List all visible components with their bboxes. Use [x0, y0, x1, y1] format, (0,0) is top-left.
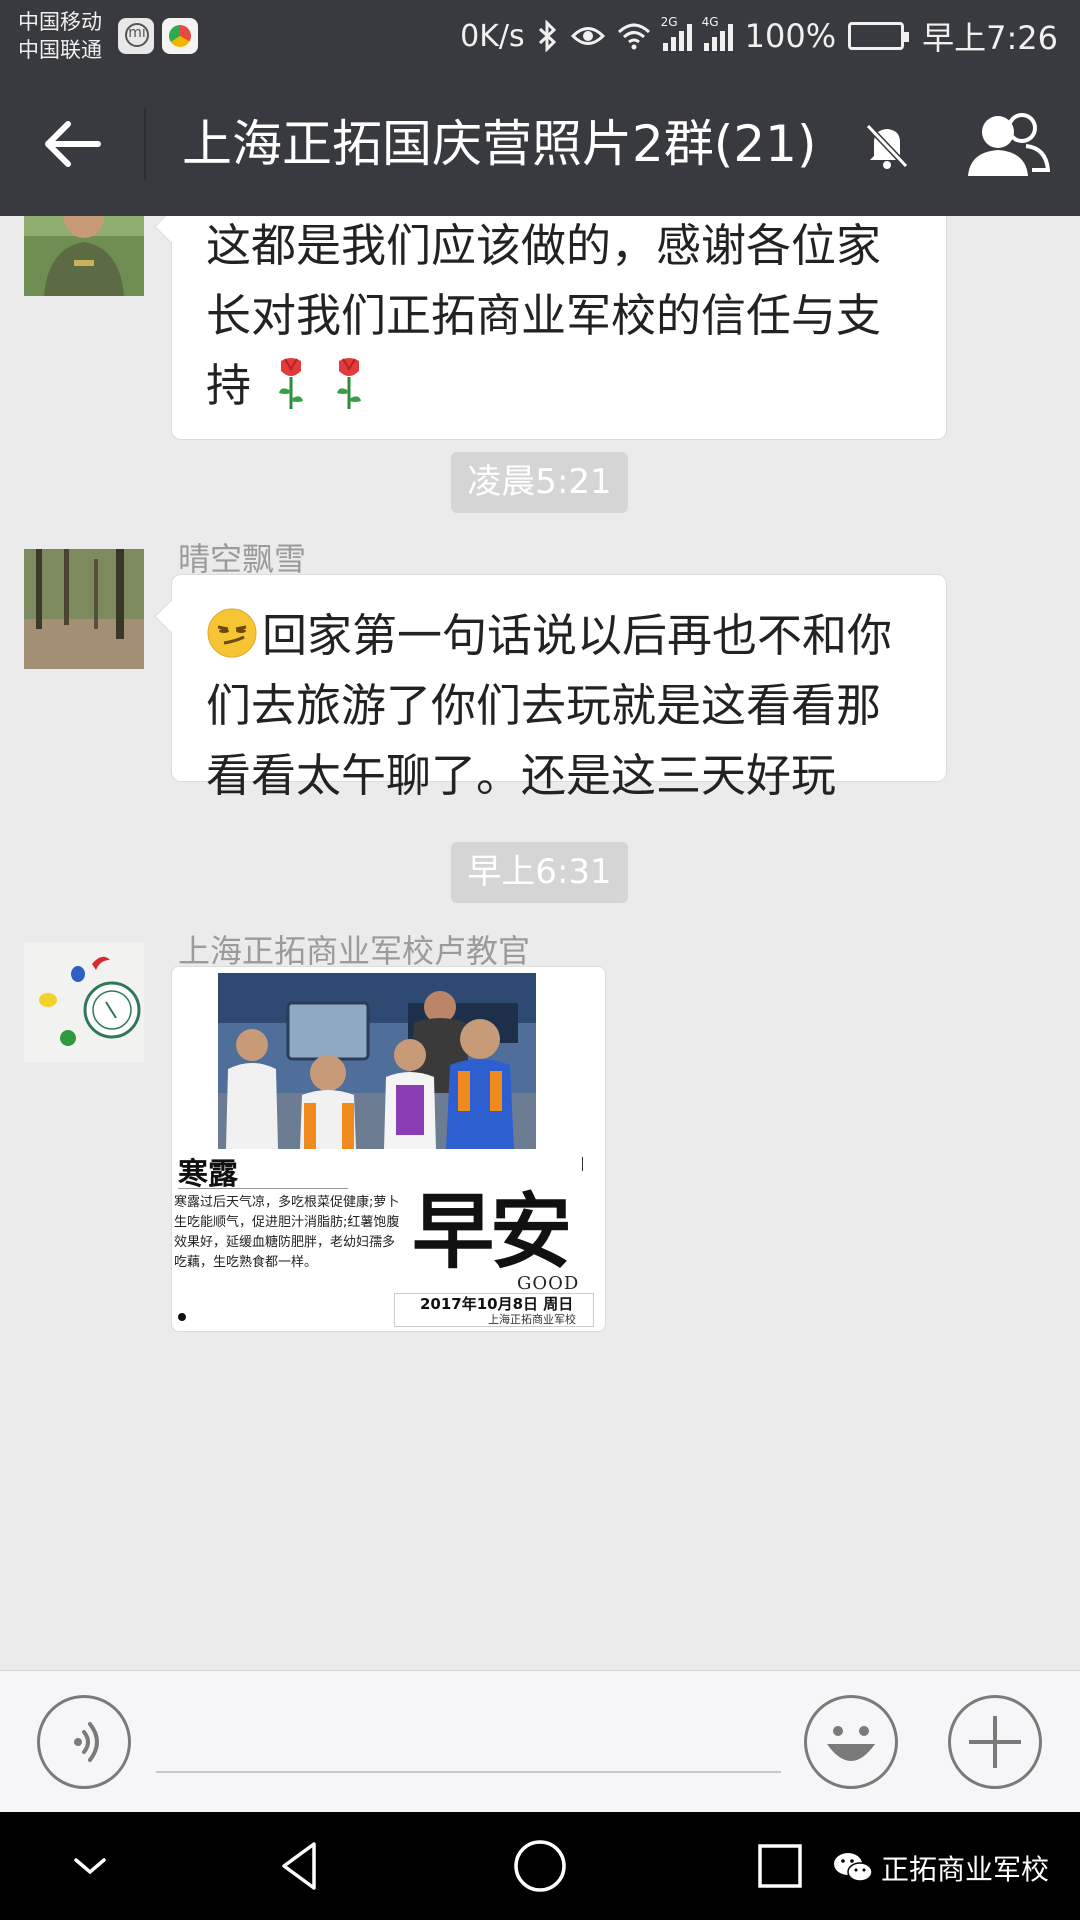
time-separator: 凌晨5:21: [451, 452, 628, 513]
poster-good: GOOD: [517, 1273, 580, 1294]
poster-school: 上海正拓商业军校: [488, 1313, 576, 1326]
page-title: 上海正拓国庆营照片2群(21): [182, 115, 817, 173]
net-speed: 0K/s: [460, 18, 525, 54]
message-bubble[interactable]: 这都是我们应该做的，感谢各位家长对我们正拓商业军校的信任与支持: [171, 216, 947, 440]
watermark-text: 正拓商业军校: [881, 1853, 1050, 1886]
voice-icon: [74, 1722, 99, 1762]
header-divider: [144, 108, 146, 180]
carrier-1: 中国移动: [18, 10, 102, 34]
avatar[interactable]: [24, 942, 144, 1062]
image-message[interactable]: 寒露 寒露过后天气凉，多吃根菜促健康;萝卜生吃能顺气，促进胆汁消脂肪;红薯饱腹效…: [171, 966, 606, 1332]
plus-button[interactable]: [948, 1695, 1042, 1789]
back-arrow-icon[interactable]: [36, 112, 108, 176]
eye-icon: [570, 27, 605, 45]
bluetooth-icon: [538, 20, 556, 52]
carrier-2: 中国联通: [18, 38, 102, 62]
wifi-icon: [617, 23, 650, 50]
bell-mute-icon: [865, 123, 909, 169]
status-right: 0K/s 2G 4G 100% 早上7:26: [460, 12, 1058, 60]
message-text: 回家第一句话说以后再也不和你们去旅游了你们去玩就是这看看那看看太午聊了。还是这三…: [206, 608, 893, 802]
group-members-icon[interactable]: [964, 110, 1050, 180]
battery-icon: [848, 22, 910, 50]
home-circle-icon[interactable]: [510, 1836, 570, 1896]
poster-greeting: 早安: [412, 1184, 572, 1280]
photo-image: [218, 973, 536, 1149]
emoji-button[interactable]: [804, 1695, 898, 1789]
chat-header: 上海正拓国庆营照片2群(21): [0, 72, 1080, 216]
poster-tick: [582, 1157, 583, 1171]
input-bar: [0, 1670, 1080, 1812]
avatar[interactable]: [24, 216, 144, 296]
smirk-emoji-icon: [207, 608, 257, 658]
status-bar: 中国移动 中国联通 0K/s 2G 4G 100% 早上7:26: [0, 0, 1080, 72]
rose-emoji-icon: [279, 358, 304, 409]
message-input[interactable]: [156, 1711, 781, 1773]
carrier-labels: 中国移动 中国联通: [18, 8, 102, 64]
recents-square-icon[interactable]: [750, 1836, 810, 1896]
message-bubble[interactable]: 回家第一句话说以后再也不和你们去旅游了你们去玩就是这看看那看看太午聊了。还是这三…: [171, 574, 947, 802]
signal-4g-icon: 4G: [702, 15, 733, 51]
battery-percent: 100%: [744, 17, 837, 55]
back-triangle-icon[interactable]: [270, 1836, 330, 1896]
chat-messages[interactable]: 这都是我们应该做的，感谢各位家长对我们正拓商业军校的信任与支持 凌晨5:21 晴…: [0, 216, 1080, 1670]
poster-dot: [178, 1313, 186, 1321]
message-text: 这都是我们应该做的，感谢各位家长对我们正拓商业军校的信任与支持: [206, 219, 882, 412]
voice-button[interactable]: [37, 1695, 131, 1789]
signal-2g-icon: 2G: [661, 15, 692, 51]
clock: 早上7:26: [922, 19, 1058, 57]
poster-rule: [178, 1188, 348, 1189]
camera-app-icon: [162, 18, 198, 54]
rose-emoji-icon: [337, 358, 362, 409]
emoji-icon: [827, 1726, 875, 1761]
mi-app-icon: [118, 18, 154, 54]
system-nav-bar: 正拓商业军校: [0, 1812, 1080, 1920]
poster-text: 寒露过后天气凉，多吃根菜促健康;萝卜生吃能顺气，促进胆汁消脂肪;红薯饱腹效果好，…: [174, 1195, 400, 1270]
chevron-down-icon[interactable]: [60, 1836, 120, 1896]
time-separator: 早上6:31: [451, 842, 628, 903]
wechat-icon: [834, 1853, 873, 1882]
plus-icon: [969, 1716, 1021, 1768]
avatar[interactable]: [24, 549, 144, 669]
watermark: 正拓商业军校: [833, 1848, 1049, 1888]
poster-title: 寒露: [178, 1157, 238, 1192]
